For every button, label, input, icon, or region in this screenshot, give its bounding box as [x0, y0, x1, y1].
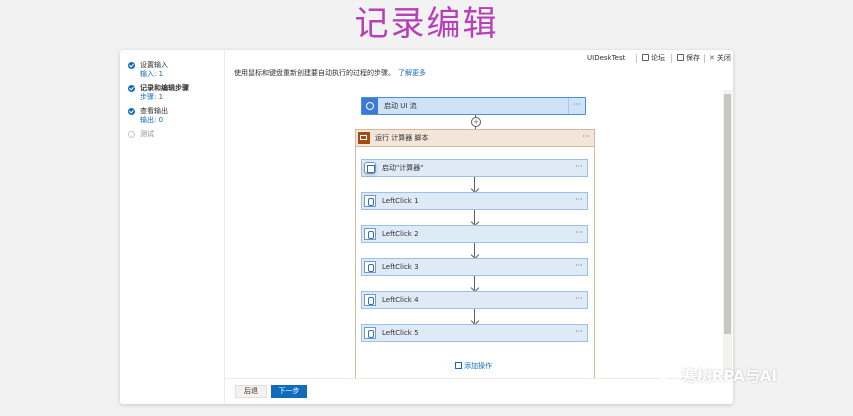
action-label: LeftClick 5 [382, 329, 419, 337]
mouse-icon [364, 327, 376, 339]
action-card[interactable]: LeftClick 5 ··· [361, 324, 588, 342]
more-options-icon[interactable]: ··· [571, 226, 587, 242]
action-label: LeftClick 3 [382, 263, 419, 271]
action-label: LeftClick 2 [382, 230, 419, 238]
action-label: LeftClick 1 [382, 197, 419, 205]
mouse-icon [364, 261, 376, 273]
more-options-icon[interactable]: ··· [571, 292, 587, 308]
next-button[interactable]: 下一步 [271, 385, 307, 398]
window-icon [364, 162, 376, 174]
action-card[interactable]: LeftClick 1 ··· [361, 192, 588, 210]
insert-step-icon[interactable]: + [471, 117, 481, 127]
more-options-icon[interactable]: ··· [578, 130, 594, 146]
add-action-icon [455, 362, 462, 369]
banner-title: 记录编辑 [354, 4, 499, 44]
mouse-icon [364, 195, 376, 207]
add-action-label: 添加操作 [464, 362, 492, 370]
watermark-text: 寒树RPA与AI [682, 367, 777, 385]
action-card[interactable]: LeftClick 3 ··· [361, 258, 588, 276]
add-action-button[interactable]: 添加操作 [455, 362, 492, 371]
scrollbar-thumb[interactable] [724, 94, 731, 334]
back-button[interactable]: 后退 [235, 385, 267, 398]
action-label: 启动"计算器" [382, 164, 424, 172]
trigger-card[interactable]: 启动 UI 流 ··· [361, 97, 586, 115]
action-card[interactable]: LeftClick 4 ··· [361, 291, 588, 309]
more-options-icon[interactable]: ··· [571, 193, 587, 209]
script-label: 运行 计算器 脚本 [375, 134, 429, 142]
more-options-icon[interactable]: ··· [571, 160, 587, 176]
flow-editor-window: 设置输入 输入: 1 记录和编辑步骤 步骤: 1 查看输出 输出: 0 测试 U… [120, 50, 733, 404]
more-options-icon[interactable]: ··· [571, 259, 587, 275]
more-options-icon[interactable]: ··· [568, 98, 585, 114]
mouse-icon [364, 228, 376, 240]
mouse-icon [364, 294, 376, 306]
watermark: 寒树RPA与AI [656, 364, 777, 388]
trigger-label: 启动 UI 流 [384, 102, 417, 110]
wechat-icon [656, 366, 678, 384]
more-options-icon[interactable]: ··· [571, 325, 587, 341]
action-card[interactable]: LeftClick 2 ··· [361, 225, 588, 243]
action-card[interactable]: 启动"计算器" ··· [361, 159, 588, 177]
script-header[interactable]: 运行 计算器 脚本 ··· [356, 130, 594, 147]
flow-canvas: 启动 UI 流 ··· + 运行 计算器 脚本 ··· 启动"计算器" ··· … [120, 50, 733, 379]
flow-trigger-icon [362, 98, 378, 114]
script-icon [358, 132, 370, 144]
script-group: 运行 计算器 脚本 ··· 启动"计算器" ··· LeftClick 1 ··… [355, 129, 595, 379]
action-label: LeftClick 4 [382, 296, 419, 304]
